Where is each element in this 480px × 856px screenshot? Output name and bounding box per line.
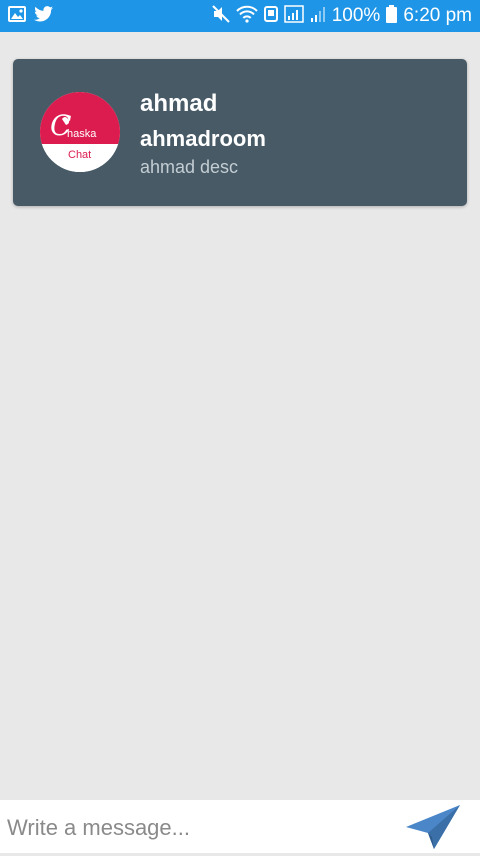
room-description: ahmad desc <box>140 157 239 177</box>
room-avatar: C haska Chat <box>40 92 120 172</box>
twitter-icon <box>34 5 54 27</box>
nfc-icon <box>263 5 278 27</box>
avatar-label: Chat <box>68 149 91 161</box>
clock: 6:20 pm <box>403 5 472 26</box>
mute-icon <box>212 4 230 28</box>
status-left <box>8 5 62 27</box>
message-composer <box>0 800 480 853</box>
avatar-brand-text: haska <box>67 128 97 140</box>
send-icon <box>406 805 460 849</box>
signal-icon <box>310 5 326 28</box>
room-name: ahmadroom <box>140 126 266 151</box>
battery-percent: 100% <box>331 5 381 26</box>
status-bar: 100% 6:20 pm <box>0 0 480 32</box>
gallery-icon <box>8 5 26 27</box>
status-right: 100% 6:20 pm <box>206 4 472 28</box>
room-title: ahmad <box>140 90 218 117</box>
wifi-icon <box>236 5 258 28</box>
room-card[interactable]: C haska Chat ahmad ahmadroom ahmad desc <box>13 59 467 206</box>
message-input[interactable] <box>0 808 390 848</box>
send-button[interactable] <box>404 803 462 851</box>
sim-signal-icon <box>283 4 304 28</box>
battery-icon <box>386 4 398 28</box>
